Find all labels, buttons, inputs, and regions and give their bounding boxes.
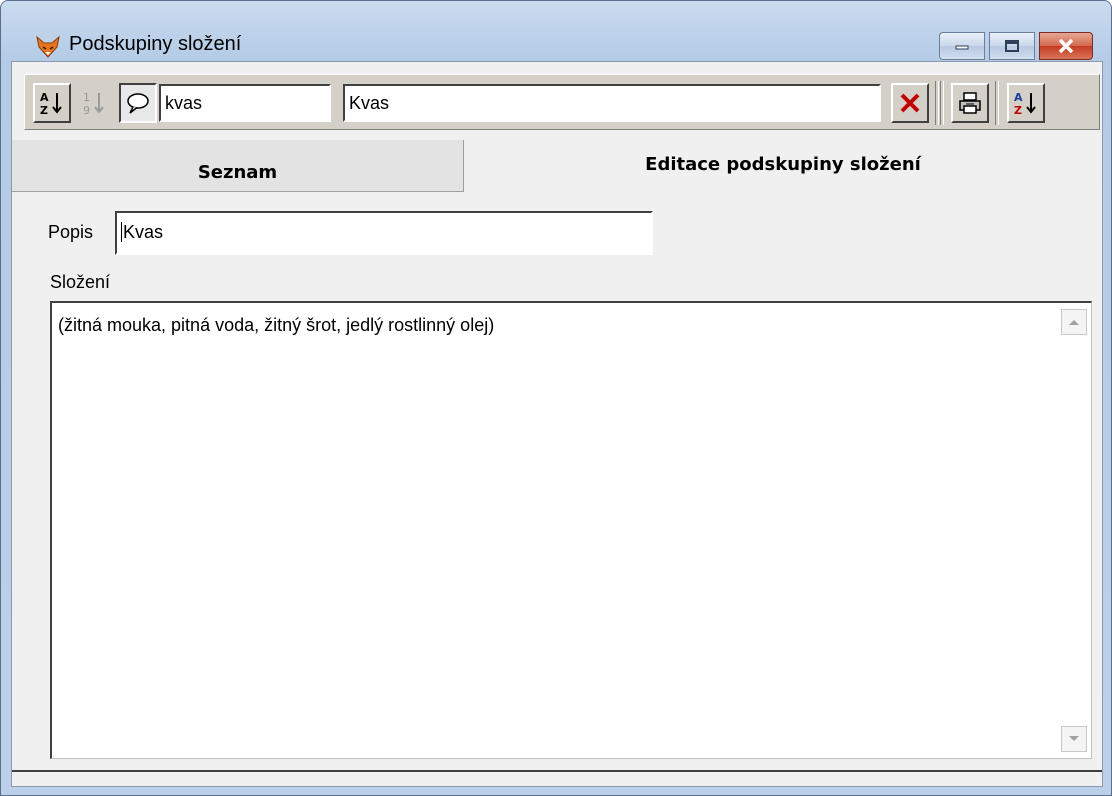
minimize-icon — [955, 45, 969, 50]
close-button[interactable] — [1039, 32, 1093, 60]
tab-seznam[interactable]: Seznam — [12, 140, 464, 192]
print-button[interactable] — [951, 83, 989, 123]
popis-label: Popis — [48, 222, 94, 242]
caption-buttons — [939, 32, 1093, 61]
svg-text:1: 1 — [83, 91, 90, 104]
sort-19-button[interactable]: 1 9 — [75, 83, 113, 123]
sort-19-icon: 1 9 — [83, 91, 104, 117]
client-area: A Z 1 9 kvas Kvas A Z Seznam Editace pod… — [11, 61, 1103, 787]
comment-button[interactable] — [119, 83, 157, 123]
speech-bubble-icon — [127, 93, 149, 114]
status-divider — [12, 770, 1102, 772]
title-bar[interactable]: Podskupiny složení — [1, 1, 1111, 61]
window-title: Podskupiny složení — [69, 33, 242, 55]
printer-icon — [959, 92, 981, 114]
tab-editace[interactable]: Editace podskupiny složení — [464, 140, 1102, 192]
tab-strip: Seznam Editace podskupiny složení — [12, 140, 1102, 192]
sort-az-icon: A Z — [40, 91, 62, 117]
toolbar: A Z 1 9 kvas Kvas A Z — [12, 62, 1102, 140]
fox-icon — [36, 35, 60, 58]
svg-text:A: A — [1014, 91, 1023, 104]
svg-text:Z: Z — [40, 104, 48, 117]
slozeni-value: (žitná mouka, pitná voda, žitný šrot, je… — [58, 315, 495, 335]
scroll-down-button[interactable] — [1061, 726, 1087, 752]
maximize-button[interactable] — [989, 32, 1035, 60]
code-field[interactable]: kvas — [159, 84, 331, 122]
minimize-button[interactable] — [939, 32, 985, 60]
popis-value: Kvas — [123, 222, 164, 242]
slozeni-textarea[interactable]: (žitná mouka, pitná voda, žitný šrot, je… — [50, 301, 1092, 759]
toolbar-panel: A Z 1 9 kvas Kvas A Z — [24, 74, 1100, 130]
sort-az-icon: A Z — [1014, 91, 1036, 117]
svg-text:A: A — [40, 91, 49, 104]
toolbar-separator — [995, 81, 999, 125]
popis-input[interactable]: Kvas — [115, 211, 653, 255]
maximize-icon — [1005, 40, 1019, 52]
scroll-up-button[interactable] — [1061, 309, 1087, 335]
toolbar-separator — [940, 81, 944, 125]
arrow-up-icon — [1069, 320, 1079, 325]
close-icon — [1058, 38, 1074, 54]
window: Podskupiny složení A Z 1 9 kvas Kvas A Z… — [0, 0, 1112, 796]
delete-button[interactable] — [891, 83, 929, 123]
sort-az2-button[interactable]: A Z — [1007, 83, 1045, 123]
name-field[interactable]: Kvas — [343, 84, 881, 122]
svg-text:9: 9 — [83, 104, 90, 117]
text-caret — [121, 222, 122, 242]
red-x-icon — [900, 93, 920, 113]
sort-az-button[interactable]: A Z — [33, 83, 71, 123]
arrow-down-icon — [1069, 736, 1079, 741]
toolbar-separator — [935, 81, 939, 125]
vertical-scrollbar[interactable] — [1057, 303, 1091, 758]
svg-text:Z: Z — [1014, 104, 1022, 117]
slozeni-label: Složení — [50, 272, 111, 292]
